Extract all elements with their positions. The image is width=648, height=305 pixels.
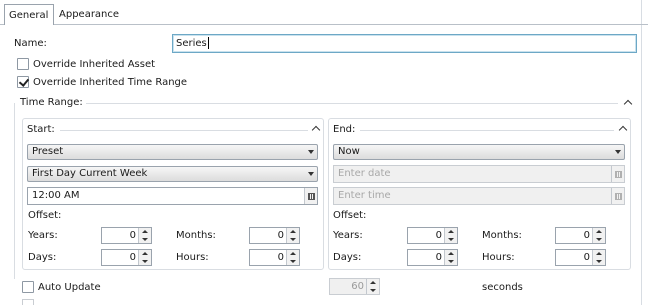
chevron-down-icon — [308, 172, 314, 176]
override-time-range-label: Override Inherited Time Range — [33, 77, 188, 88]
start-preset-combo[interactable]: First Day Current Week — [27, 166, 318, 182]
start-hours-label: Hours: — [176, 252, 209, 263]
time-range-divider — [86, 103, 618, 104]
chevron-up-icon[interactable] — [619, 125, 626, 132]
end-offset-label: Offset: — [333, 210, 367, 221]
spin-down-icon[interactable] — [138, 236, 151, 243]
start-offset-label: Offset: — [28, 210, 62, 221]
end-divider — [360, 130, 614, 131]
calendar-icon — [611, 188, 624, 204]
override-asset-checkbox[interactable] — [17, 58, 29, 70]
auto-update-interval-spinner[interactable]: 60 — [329, 278, 380, 295]
end-hours-spinner[interactable]: 0 — [555, 249, 606, 266]
end-time-placeholder: Enter time — [338, 190, 391, 201]
tab-appearance-label: Appearance — [59, 9, 120, 20]
end-years-spinner[interactable]: 0 — [407, 227, 458, 244]
end-days-label: Days: — [333, 252, 362, 263]
end-days-spinner[interactable]: 0 — [407, 249, 458, 266]
tab-appearance[interactable]: Appearance — [55, 4, 119, 25]
auto-update-label: Auto Update — [38, 282, 101, 293]
end-days-value: 0 — [435, 252, 442, 263]
start-years-value: 0 — [129, 230, 136, 241]
spin-down-icon[interactable] — [366, 287, 379, 294]
end-date-field[interactable]: Enter date — [333, 165, 625, 183]
start-years-label: Years: — [28, 230, 58, 241]
override-time-range-checkbox[interactable] — [17, 76, 29, 88]
start-mode-combo[interactable]: Preset — [27, 144, 318, 160]
time-range-label: Time Range: — [20, 97, 83, 108]
end-months-label: Months: — [482, 230, 522, 241]
spin-down-icon[interactable] — [138, 258, 151, 265]
start-time-value: 12:00 AM — [32, 190, 80, 201]
auto-update-checkbox[interactable] — [22, 281, 34, 293]
name-input[interactable]: Series — [172, 34, 637, 53]
tab-strip-divider — [0, 24, 648, 25]
text-caret — [207, 37, 209, 49]
spin-down-icon[interactable] — [286, 236, 299, 243]
start-preset-value: First Day Current Week — [32, 168, 148, 179]
start-label: Start: — [27, 123, 57, 137]
panel-border — [641, 0, 642, 305]
start-months-value: 0 — [277, 230, 284, 241]
chevron-down-icon — [615, 150, 621, 154]
start-years-spinner[interactable]: 0 — [101, 227, 152, 244]
end-hours-value: 0 — [583, 252, 590, 263]
name-label: Name: — [14, 38, 47, 49]
time-range-left-border — [14, 103, 15, 279]
auto-update-interval-value: 60 — [351, 281, 364, 292]
start-hours-spinner[interactable]: 0 — [249, 249, 300, 266]
start-hours-value: 0 — [277, 252, 284, 263]
start-days-spinner[interactable]: 0 — [101, 249, 152, 266]
auto-update-unit-label: seconds — [482, 282, 523, 293]
spin-down-icon[interactable] — [444, 236, 457, 243]
end-time-field[interactable]: Enter time — [333, 187, 625, 205]
override-asset-label: Override Inherited Asset — [33, 59, 156, 70]
chevron-down-icon — [308, 150, 314, 154]
end-date-placeholder: Enter date — [338, 168, 391, 179]
start-months-label: Months: — [176, 230, 216, 241]
chevron-up-icon[interactable] — [624, 99, 631, 106]
partial-checkbox[interactable] — [22, 299, 34, 305]
end-label: End: — [333, 123, 358, 137]
tab-general[interactable]: General — [4, 4, 54, 25]
start-days-label: Days: — [28, 252, 57, 263]
spin-down-icon[interactable] — [592, 236, 605, 243]
start-divider — [60, 130, 308, 131]
end-mode-combo[interactable]: Now — [333, 144, 625, 160]
start-time-field[interactable]: 12:00 AM — [27, 187, 318, 205]
end-years-label: Years: — [333, 230, 363, 241]
calendar-icon — [611, 166, 624, 182]
start-days-value: 0 — [129, 252, 136, 263]
end-years-value: 0 — [435, 230, 442, 241]
end-mode-value: Now — [338, 146, 360, 157]
spin-down-icon[interactable] — [286, 258, 299, 265]
calendar-icon[interactable] — [304, 188, 317, 204]
start-mode-value: Preset — [32, 146, 64, 157]
name-input-value: Series — [176, 38, 207, 49]
end-months-value: 0 — [583, 230, 590, 241]
end-months-spinner[interactable]: 0 — [555, 227, 606, 244]
spin-down-icon[interactable] — [592, 258, 605, 265]
chevron-up-icon[interactable] — [312, 125, 319, 132]
start-months-spinner[interactable]: 0 — [249, 227, 300, 244]
spin-down-icon[interactable] — [444, 258, 457, 265]
tab-general-label: General — [9, 10, 49, 21]
end-hours-label: Hours: — [482, 252, 515, 263]
